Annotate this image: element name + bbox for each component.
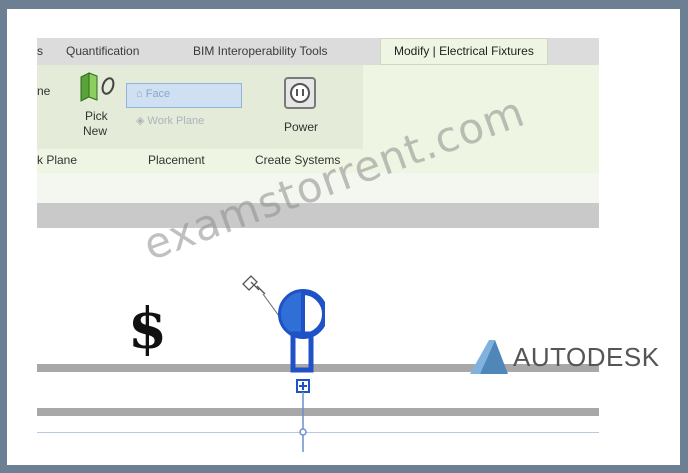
face-label: Face xyxy=(145,88,171,100)
face-icon: ⌂ xyxy=(136,88,143,100)
tab-quantification[interactable]: Quantification xyxy=(66,38,139,65)
pick-new-label-2: New xyxy=(83,124,108,138)
face-label-row: ⌂ Face xyxy=(136,88,170,100)
tab-bim-interoperability-tools[interactable]: BIM Interoperability Tools xyxy=(193,38,328,65)
pick-new-button[interactable]: Pick New xyxy=(75,67,121,149)
tab-partial[interactable]: s xyxy=(37,38,43,65)
work-plane-label: Work Plane xyxy=(147,115,205,127)
switch-symbol[interactable]: $ xyxy=(128,301,167,357)
autodesk-logo-icon xyxy=(470,340,508,374)
screenshot-frame: s Quantification BIM Interoperability To… xyxy=(7,9,680,465)
work-plane-cut-label: ne xyxy=(37,84,51,98)
power-icon xyxy=(290,83,310,103)
pick-new-label-1: Pick xyxy=(85,109,108,123)
ribbon-tab-bar: s Quantification BIM Interoperability To… xyxy=(37,38,599,65)
autodesk-logo-text: AUTODESK xyxy=(513,342,660,372)
tag-pin-icon xyxy=(242,275,266,295)
electrical-fixture[interactable] xyxy=(235,272,325,452)
work-plane-panel-title: k Plane xyxy=(37,153,78,167)
pick-new-icon xyxy=(80,72,115,102)
placement-panel-title: Placement xyxy=(148,153,205,167)
power-label: Power xyxy=(284,120,319,134)
work-plane-icon: ◈ xyxy=(136,115,145,127)
tab-modify-electrical-fixtures[interactable]: Modify | Electrical Fixtures xyxy=(380,38,548,65)
work-plane-option[interactable]: ◈ Work Plane xyxy=(136,114,204,127)
power-button[interactable] xyxy=(284,77,316,109)
